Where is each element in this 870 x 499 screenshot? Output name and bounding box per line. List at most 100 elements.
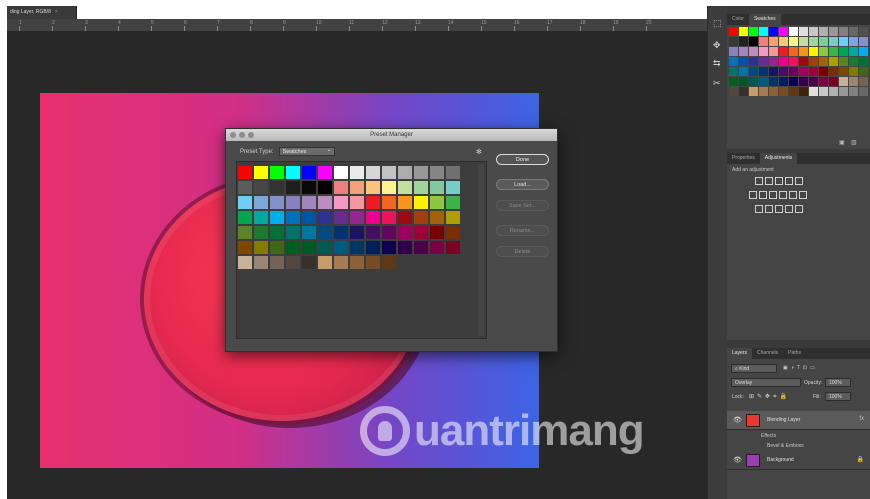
swatch[interactable]: [759, 87, 768, 96]
swatch[interactable]: [859, 47, 868, 56]
swatch[interactable]: [318, 211, 332, 224]
swatch[interactable]: [414, 181, 428, 194]
swatch[interactable]: [254, 226, 268, 239]
swatch[interactable]: [238, 211, 252, 224]
swatch[interactable]: [270, 241, 284, 254]
swatch[interactable]: [849, 87, 858, 96]
swatch[interactable]: [302, 256, 316, 269]
fill-input[interactable]: 100%: [825, 392, 851, 401]
swatch[interactable]: [414, 211, 428, 224]
swatch[interactable]: [366, 166, 380, 179]
swatch[interactable]: [819, 47, 828, 56]
swatch[interactable]: [819, 77, 828, 86]
swatch[interactable]: [829, 77, 838, 86]
brush-icon[interactable]: ✥: [713, 40, 721, 51]
swatch[interactable]: [318, 226, 332, 239]
swatch[interactable]: [414, 166, 428, 179]
swatch[interactable]: [334, 241, 348, 254]
swatch[interactable]: [769, 37, 778, 46]
tool-presets-icon[interactable]: ✂: [713, 78, 721, 89]
swatch[interactable]: [430, 166, 444, 179]
gear-icon[interactable]: ✻: [476, 148, 482, 156]
swatch[interactable]: [254, 211, 268, 224]
preset-type-select[interactable]: Swatches: [278, 146, 335, 156]
swatch[interactable]: [286, 211, 300, 224]
swatch[interactable]: [286, 226, 300, 239]
channel-mixer-icon[interactable]: [789, 191, 797, 199]
swatch[interactable]: [779, 77, 788, 86]
effects-label[interactable]: Effects: [761, 433, 776, 439]
layer-name[interactable]: Blending Layer: [767, 417, 800, 423]
swatch[interactable]: [446, 226, 460, 239]
layer-row[interactable]: 👁 Background 🔒: [727, 451, 870, 470]
swatch[interactable]: [849, 37, 858, 46]
swatch[interactable]: [430, 226, 444, 239]
swatch[interactable]: [799, 47, 808, 56]
vibrance-icon[interactable]: [795, 177, 803, 185]
swatch[interactable]: [366, 256, 380, 269]
swatch[interactable]: [829, 27, 838, 36]
swatch[interactable]: [729, 77, 738, 86]
load-button[interactable]: Load...: [496, 179, 549, 190]
swatch[interactable]: [430, 241, 444, 254]
swatch[interactable]: [759, 47, 768, 56]
swatch[interactable]: [238, 241, 252, 254]
swatch[interactable]: [270, 226, 284, 239]
swatch[interactable]: [270, 211, 284, 224]
swatch[interactable]: [799, 67, 808, 76]
swatch[interactable]: [398, 211, 412, 224]
swatch[interactable]: [350, 211, 364, 224]
swatch[interactable]: [829, 57, 838, 66]
swatch[interactable]: [739, 87, 748, 96]
black-white-icon[interactable]: [769, 191, 777, 199]
tab-paths[interactable]: Paths: [783, 348, 806, 359]
layer-filter-icons[interactable]: ▣◑T⊡▭: [783, 365, 818, 371]
swatch[interactable]: [809, 77, 818, 86]
swatch[interactable]: [789, 87, 798, 96]
swatch[interactable]: [302, 241, 316, 254]
history-icon[interactable]: ⬚: [713, 18, 722, 29]
swatch[interactable]: [779, 57, 788, 66]
save-set-button[interactable]: Save Set...: [496, 200, 549, 211]
swatch[interactable]: [350, 181, 364, 194]
swatch[interactable]: [238, 196, 252, 209]
swatch[interactable]: [350, 226, 364, 239]
tab-color[interactable]: Color: [727, 14, 749, 25]
swatch[interactable]: [238, 166, 252, 179]
swatch[interactable]: [849, 77, 858, 86]
swatch[interactable]: [382, 226, 396, 239]
swatch[interactable]: [789, 37, 798, 46]
swatch[interactable]: [849, 27, 858, 36]
swatch[interactable]: [809, 57, 818, 66]
swatch[interactable]: [839, 37, 848, 46]
swatch[interactable]: [382, 256, 396, 269]
exposure-icon[interactable]: [785, 177, 793, 185]
swatch[interactable]: [769, 77, 778, 86]
swatch[interactable]: [759, 37, 768, 46]
swatch[interactable]: [769, 57, 778, 66]
swatch[interactable]: [302, 226, 316, 239]
swatch[interactable]: [749, 47, 758, 56]
swatch[interactable]: [286, 196, 300, 209]
swatch[interactable]: [366, 181, 380, 194]
swatches-panel-grid[interactable]: [729, 27, 868, 96]
swatch[interactable]: [238, 226, 252, 239]
swatch[interactable]: [270, 181, 284, 194]
swatch[interactable]: [769, 47, 778, 56]
swatch[interactable]: [859, 37, 868, 46]
swatch[interactable]: [318, 166, 332, 179]
swatch[interactable]: [759, 27, 768, 36]
swatch[interactable]: [749, 87, 758, 96]
swatch[interactable]: [739, 67, 748, 76]
posterize-icon[interactable]: [765, 205, 773, 213]
swatch[interactable]: [839, 77, 848, 86]
swatch[interactable]: [302, 166, 316, 179]
zoom-window-icon[interactable]: [248, 132, 254, 138]
swatch[interactable]: [366, 241, 380, 254]
swatch[interactable]: [334, 211, 348, 224]
swatch[interactable]: [446, 166, 460, 179]
swatch[interactable]: [302, 181, 316, 194]
swatch[interactable]: [749, 37, 758, 46]
swatch[interactable]: [769, 87, 778, 96]
swatch[interactable]: [819, 87, 828, 96]
